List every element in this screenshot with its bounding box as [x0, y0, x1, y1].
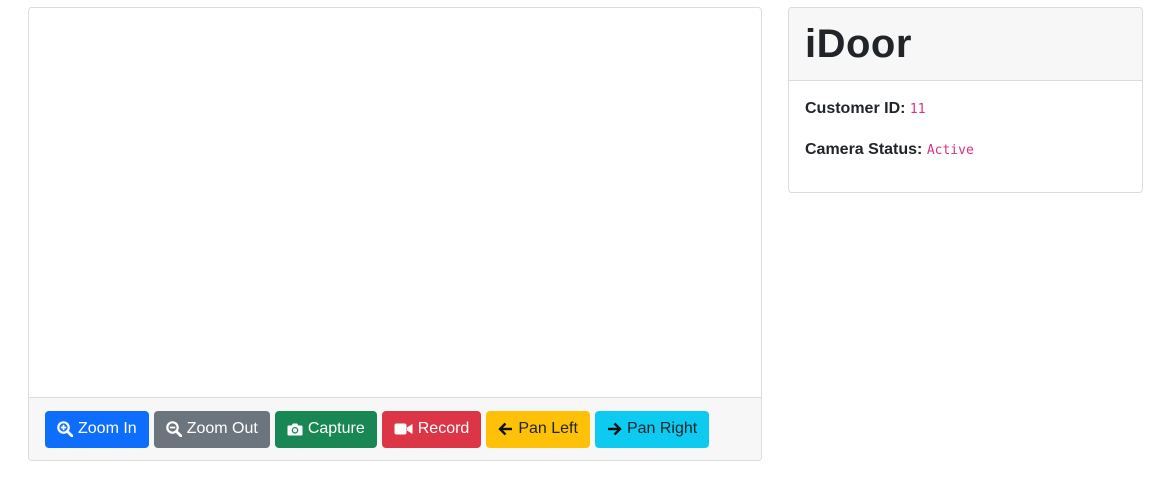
device-info-body: Customer ID: 11 Camera Status: Active: [789, 81, 1142, 192]
pan-right-label: Pan Right: [626, 420, 698, 437]
zoom-in-button[interactable]: Zoom In: [45, 410, 149, 448]
camera-status-value: Active: [926, 143, 974, 158]
arrow-right-icon: [607, 422, 622, 436]
zoom-in-icon: [57, 421, 73, 437]
customer-id-row: Customer ID: 11: [805, 99, 1126, 120]
record-button[interactable]: Record: [381, 410, 482, 448]
camera-controls: Zoom In Zoom Out Capture Record Pan Left…: [29, 397, 761, 460]
zoom-out-button[interactable]: Zoom Out: [153, 410, 270, 448]
zoom-out-label: Zoom Out: [186, 420, 258, 437]
arrow-left-icon: [498, 422, 513, 436]
camera-status-row: Camera Status: Active: [805, 140, 1126, 161]
zoom-in-label: Zoom In: [78, 420, 137, 437]
customer-id-value: 11: [909, 102, 926, 117]
device-info-card: iDoor Customer ID: 11 Camera Status: Act…: [788, 7, 1143, 193]
pan-right-button[interactable]: Pan Right: [594, 410, 710, 448]
pan-left-label: Pan Left: [518, 420, 578, 437]
video-camera-icon: [394, 422, 413, 436]
camera-icon: [287, 422, 303, 437]
capture-label: Capture: [307, 420, 365, 437]
capture-button[interactable]: Capture: [274, 410, 377, 448]
camera-status-label: Camera Status:: [805, 141, 923, 158]
zoom-out-icon: [165, 421, 182, 437]
record-label: Record: [417, 420, 470, 437]
camera-card: Zoom In Zoom Out Capture Record Pan Left…: [28, 7, 762, 461]
device-title: iDoor: [805, 21, 912, 66]
pan-left-button[interactable]: Pan Left: [486, 410, 590, 448]
customer-id-label: Customer ID:: [805, 100, 906, 117]
camera-feed[interactable]: [29, 8, 761, 397]
device-info-header: iDoor: [789, 8, 1142, 81]
